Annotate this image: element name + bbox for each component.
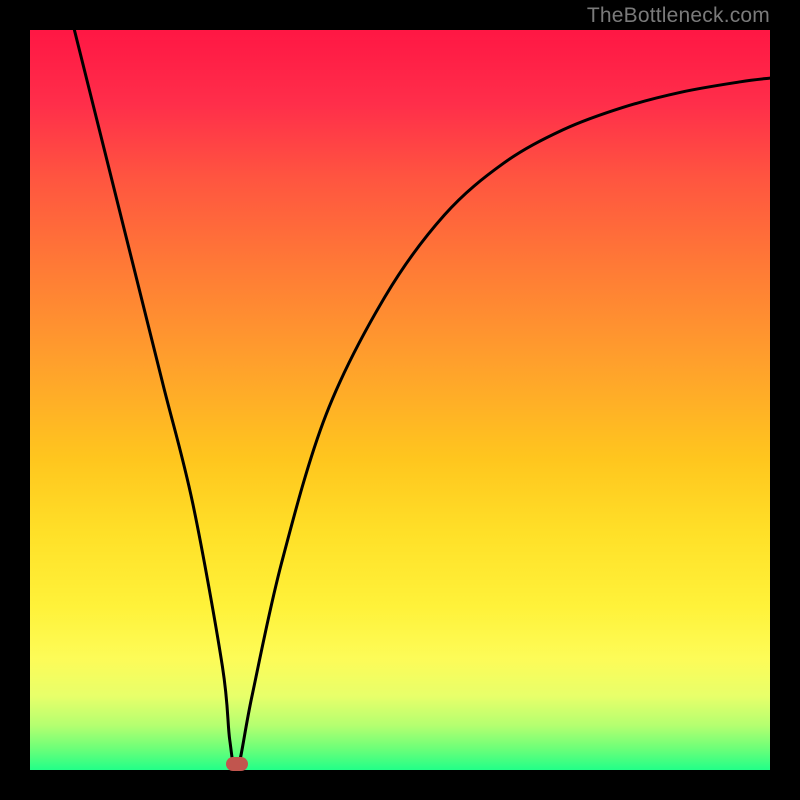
optimum-marker bbox=[226, 757, 248, 771]
bottleneck-curve bbox=[74, 30, 770, 770]
watermark-label: TheBottleneck.com bbox=[587, 4, 770, 28]
curve-svg bbox=[30, 30, 770, 770]
plot-area bbox=[30, 30, 770, 770]
chart-frame: TheBottleneck.com bbox=[0, 0, 800, 800]
